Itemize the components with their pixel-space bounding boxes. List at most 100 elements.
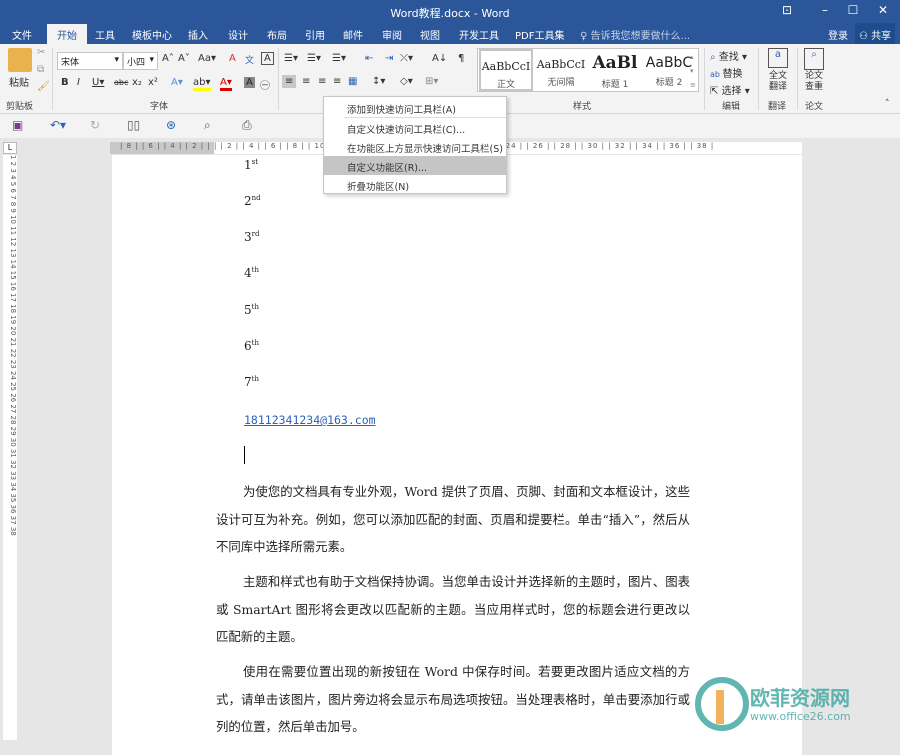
change-case-icon[interactable]: Aa▾ (198, 53, 216, 64)
tab-developer[interactable]: 开发工具 (459, 27, 499, 42)
vertical-ruler[interactable]: 1 2 3 4 5 6 7 8 9 10 11 12 13 14 15 16 1… (3, 155, 17, 740)
tab-references[interactable]: 引用 (305, 27, 325, 42)
translate-icon[interactable]: a (768, 48, 788, 68)
format-painter-icon[interactable]: 🖌 (37, 81, 50, 92)
character-shading-icon[interactable]: A (244, 77, 255, 88)
subscript-icon[interactable]: x₂ (132, 77, 142, 88)
phonetic-guide-icon[interactable]: 文 (245, 53, 254, 66)
text-effects-icon[interactable]: A▾ (171, 77, 183, 88)
align-center-icon[interactable]: ≡ (302, 76, 310, 87)
tab-view[interactable]: 视图 (420, 27, 440, 42)
list-item: 3rd (244, 230, 259, 244)
tab-layout[interactable]: 布局 (267, 27, 287, 42)
screenshot-icon[interactable]: ⎙ (242, 118, 252, 133)
ordinal-suffix: th (251, 266, 259, 274)
tab-tools[interactable]: 工具 (95, 27, 115, 42)
style-heading-2[interactable]: AaBbC 标题 2 (642, 49, 696, 91)
decrease-indent-icon[interactable]: ⇤ (365, 53, 373, 64)
font-size-value: 小四 (127, 58, 146, 68)
align-left-icon[interactable]: ≡ (282, 75, 297, 88)
shading-icon[interactable]: ◇▾ (400, 76, 413, 87)
share-button[interactable]: ⚇ 共享 (855, 23, 896, 44)
show-marks-icon[interactable]: ¶ (458, 53, 464, 64)
collapse-ribbon-icon[interactable]: ˄ (885, 99, 890, 109)
list-item: 5th (244, 303, 259, 317)
menu-item-customize-ribbon[interactable]: 自定义功能区(R)... (324, 156, 506, 175)
tell-me-input[interactable]: ♀ 告诉我您想要做什么... (580, 27, 690, 42)
clear-format-icon[interactable]: A (229, 53, 236, 64)
read-mode-icon[interactable]: ▯▯ (127, 118, 140, 132)
ordinal-suffix: nd (251, 194, 261, 202)
superscript-icon[interactable]: x² (148, 77, 158, 88)
print-preview-icon[interactable]: ⌕ (204, 118, 211, 133)
shrink-font-icon[interactable]: A˅ (178, 53, 190, 64)
enclose-characters-icon[interactable]: ㊀ (260, 77, 270, 92)
character-border-icon[interactable]: A (261, 52, 274, 65)
paste-button[interactable]: 粘贴 (9, 74, 29, 89)
borders-icon[interactable]: ⊞▾ (425, 76, 438, 87)
menu-item-show-qat-above[interactable]: 在功能区上方显示快速访问工具栏(S) (324, 137, 506, 156)
undo-icon[interactable]: ↶▾ (50, 118, 66, 132)
paste-icon[interactable] (8, 48, 32, 72)
body-paragraph: 使用在需要位置出现的新按钮在 Word 中保存时间。若要更改图片适应文档的方式，… (216, 664, 690, 734)
ordinal-number: 2 (244, 194, 252, 208)
underline-icon[interactable]: U▾ (92, 77, 104, 88)
align-right-icon[interactable]: ≡ (318, 76, 326, 87)
style-normal[interactable]: AaBbCcI 正文 (479, 49, 533, 91)
minimize-button[interactable]: – (815, 3, 835, 17)
menu-item-collapse-ribbon[interactable]: 折叠功能区(N) (324, 175, 506, 194)
tab-pdf-tools[interactable]: PDF工具集 (515, 27, 564, 42)
italic-icon[interactable]: I (77, 77, 80, 88)
copy-icon[interactable]: ⧉ (37, 64, 44, 75)
style-name: 标题 2 (655, 78, 683, 88)
select-button[interactable]: ⇱ 选择 ▾ (710, 82, 750, 97)
highlight-icon[interactable]: ab▾ (193, 77, 211, 91)
close-button[interactable]: ✕ (873, 3, 893, 17)
bullets-icon[interactable]: ☰▾ (284, 53, 298, 64)
tab-insert[interactable]: 插入 (188, 27, 208, 42)
find-button[interactable]: ⌕ 查找 ▾ (710, 48, 747, 63)
replace-button[interactable]: ab 替换 (710, 65, 743, 80)
bold-icon[interactable]: B (61, 77, 69, 88)
tab-selector[interactable]: L (3, 142, 17, 154)
font-color-icon[interactable]: A▾ (220, 77, 232, 91)
line-spacing-icon[interactable]: ↕▾ (372, 76, 385, 87)
tab-file[interactable]: 文件 (12, 27, 32, 42)
paper-check-button[interactable]: 论文查重 (802, 71, 826, 93)
font-name-select[interactable]: 宋体 ▾ (57, 52, 123, 70)
paper-check-icon[interactable]: ⌕ (804, 48, 824, 70)
increase-indent-icon[interactable]: ⇥ (385, 53, 393, 64)
document-page[interactable]: 1st 2nd 3rd 4th 5th 6th 7th 18112341234@… (112, 155, 802, 755)
justify-icon[interactable]: ≡ (333, 76, 341, 87)
sort-icon[interactable]: A↓ (432, 53, 447, 64)
web-layout-icon[interactable]: ⊛ (166, 118, 176, 132)
styles-group-label: 样式 (573, 102, 592, 112)
tab-design[interactable]: 设计 (228, 27, 248, 42)
translate-button[interactable]: 全文翻译 (766, 71, 790, 93)
redo-icon[interactable]: ↻ (90, 118, 100, 132)
tab-templates[interactable]: 模板中心 (132, 27, 172, 42)
login-button[interactable]: 登录 (828, 27, 848, 42)
distributed-icon[interactable]: ▦ (348, 76, 357, 87)
cut-icon[interactable]: ✂ (37, 47, 45, 58)
font-size-select[interactable]: 小四 ▾ (123, 52, 158, 70)
menu-item-add-to-qat[interactable]: 添加到快速访问工具栏(A) (324, 98, 506, 117)
styles-scroll[interactable]: ▴ ▾ ≡ (690, 50, 696, 92)
clipboard-group-label: 剪贴板 (6, 102, 34, 112)
tab-mailings[interactable]: 邮件 (343, 27, 363, 42)
style-heading-1[interactable]: AaBl 标题 1 (588, 49, 642, 91)
strikethrough-icon[interactable]: abc (114, 78, 128, 87)
ribbon-display-options-button[interactable]: ⊡ (777, 3, 797, 17)
numbering-icon[interactable]: ☰▾ (307, 53, 321, 64)
multilevel-list-icon[interactable]: ☰▾ (332, 53, 346, 64)
tab-home[interactable]: 开始 (47, 24, 87, 44)
maximize-button[interactable]: ☐ (843, 3, 863, 17)
menu-item-customize-qat[interactable]: 自定义快速访问工具栏(C)... (324, 118, 506, 137)
watermark-name: 欧菲资源网 (750, 686, 850, 710)
chinese-layout-icon[interactable]: ⤫▾ (400, 53, 413, 64)
style-no-spacing[interactable]: AaBbCcI 无间隔 (534, 49, 588, 91)
grow-font-icon[interactable]: A˄ (162, 53, 174, 64)
email-link[interactable]: 18112341234@163.com (244, 413, 376, 427)
save-icon[interactable]: ▣ (12, 118, 23, 132)
tab-review[interactable]: 审阅 (382, 27, 402, 42)
